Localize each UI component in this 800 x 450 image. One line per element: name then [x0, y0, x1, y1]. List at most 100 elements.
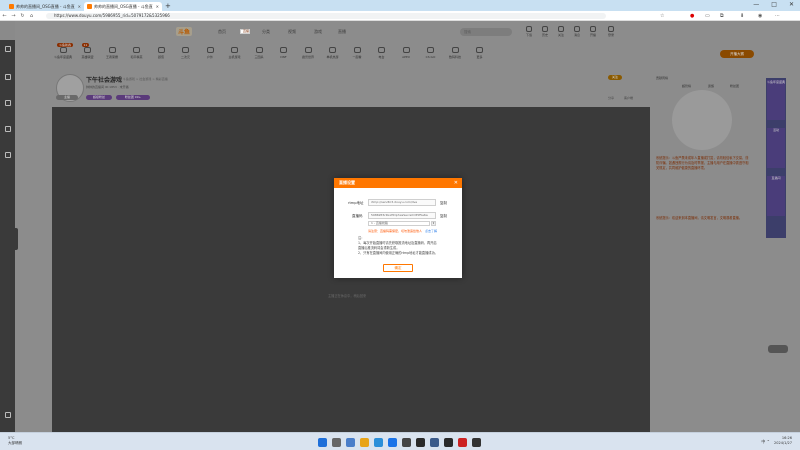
tab-weekly[interactable]: 贡献周榜 [656, 76, 668, 80]
header-login[interactable]: 登录 [604, 26, 618, 37]
nav-live[interactable]: 直播 [240, 29, 251, 34]
room-tag[interactable]: 主播 [56, 95, 78, 100]
site-logo[interactable]: 斗鱼 [176, 27, 193, 36]
nav-home[interactable]: 首页 [218, 29, 226, 35]
forward-icon[interactable]: → [9, 13, 18, 19]
sidebar-item-category[interactable] [0, 100, 15, 107]
home-icon[interactable]: ⌂ [27, 13, 36, 19]
steam-icon[interactable] [430, 438, 439, 447]
favorites-icon[interactable]: ☆ [660, 13, 664, 19]
ad-banner[interactable]: 直播间 [767, 176, 785, 216]
extensions-icon[interactable]: ▭ [705, 13, 710, 19]
header-message[interactable]: 消息 [570, 26, 584, 37]
chat-input[interactable] [768, 345, 788, 353]
sidebar-item-settings[interactable] [0, 412, 15, 419]
more-menu-icon[interactable]: ⋯ [775, 13, 780, 19]
copy-rtmp-button[interactable]: 复制 [440, 201, 447, 206]
search-input[interactable]: 搜索 [460, 28, 512, 36]
collections-icon[interactable]: ⧉ [720, 13, 724, 19]
sidebar-collapse-handle[interactable] [15, 228, 18, 250]
category-item[interactable]: 数码科技 [442, 47, 468, 59]
back-icon[interactable]: ← [0, 13, 9, 19]
header-history[interactable]: 历史 [538, 26, 552, 37]
browser-tab[interactable]: 帅帅的直播间_OSG直播 - 斗鱼直 ✕ [6, 2, 84, 11]
browser-tab-active[interactable]: 帅帅的直播间_OSG直播 - 斗鱼直 ✕ [84, 2, 162, 11]
task-view-icon[interactable] [346, 438, 355, 447]
room-tag[interactable]: 粉丝团 99+ [116, 95, 150, 100]
line-select[interactable]: 1 - 直播线路 [368, 221, 430, 226]
close-window-button[interactable]: ✕ [789, 1, 794, 8]
header-start-live[interactable]: 开播 [586, 26, 600, 37]
sidebar-item-follow[interactable] [0, 74, 15, 81]
file-explorer-icon[interactable] [360, 438, 369, 447]
chevron-down-icon[interactable]: ▾ [431, 221, 436, 226]
confirm-button[interactable]: 确定 [383, 264, 413, 272]
extension-icon[interactable]: ● [690, 13, 694, 19]
category-item[interactable]: 王者荣耀 [99, 47, 125, 59]
nav-video[interactable]: 视频 [288, 29, 296, 35]
refresh-icon[interactable]: ↻ [18, 13, 27, 19]
app-icon[interactable] [472, 438, 481, 447]
stream-key-field[interactable]: 5986955rRLxHDp?wsSecret=85f5e6a [368, 212, 436, 219]
ad-banner[interactable]: 斗鱼年度盛典 [767, 80, 785, 120]
store-icon[interactable] [388, 438, 397, 447]
tab-noble[interactable]: 贵族 [708, 84, 714, 88]
minimize-button[interactable]: — [753, 1, 759, 8]
weather-widget[interactable]: 5°C 大部晴朗 [8, 436, 22, 446]
rtmp-field[interactable]: rtmp://sendtc3.douyu.com/live [368, 199, 436, 206]
close-tab-icon[interactable]: ✕ [156, 4, 159, 9]
client-button[interactable]: 客户端 [624, 96, 633, 100]
category-item[interactable]: 一起看 [344, 47, 370, 59]
app-icon[interactable] [458, 438, 467, 447]
system-tray[interactable]: 中 ⌃ [761, 439, 770, 445]
nav-category[interactable]: 分类 [262, 29, 270, 35]
category-item[interactable]: 斗鱼年度盛典 斗鱼新春 [50, 43, 76, 59]
category-item[interactable]: 户外 [197, 47, 223, 59]
category-item[interactable]: 三国杀 [246, 47, 272, 59]
tab-admin[interactable]: 超管榜 [682, 84, 691, 88]
room-breadcrumb: 举报 · 斗鱼游戏 > 社会游戏 > 精彩直播 [114, 77, 168, 81]
search-icon[interactable] [332, 438, 341, 447]
windows-start-icon[interactable] [318, 438, 327, 447]
share-button[interactable]: 分享 [608, 96, 614, 100]
profile-avatar[interactable]: ◉ [758, 13, 762, 19]
category-item[interactable]: 更多 [467, 47, 493, 59]
app-icon[interactable] [444, 438, 453, 447]
category-item[interactable]: 颜值 [148, 47, 174, 59]
tab-fans[interactable]: 粉丝团 [730, 84, 739, 88]
category-item[interactable]: 电台 [369, 47, 395, 59]
category-item[interactable]: 魔兽世界 [295, 47, 321, 59]
category-item[interactable]: 主机游戏 [222, 47, 248, 59]
learn-more-link[interactable]: 点击了解 [425, 229, 437, 233]
new-tab-button[interactable]: + [165, 2, 171, 10]
nav-live2[interactable]: 直播 [338, 29, 346, 35]
sidebar-item-home[interactable] [0, 46, 15, 53]
close-tab-icon[interactable]: ✕ [78, 4, 81, 9]
edge-browser-icon[interactable] [374, 438, 383, 447]
category-item[interactable]: CS:GO [418, 47, 444, 59]
nav-game[interactable]: 游戏 [314, 29, 322, 35]
obs-icon[interactable] [416, 438, 425, 447]
category-item[interactable]: DNF [271, 47, 297, 59]
category-item[interactable]: APEX [393, 47, 419, 59]
ad-banner[interactable]: 活动 [767, 128, 785, 168]
category-icon [59, 47, 67, 53]
sidebar-item-rank[interactable] [0, 152, 15, 159]
open-live-button[interactable]: 开播大赛 [720, 50, 754, 58]
header-download[interactable]: 下载 [522, 26, 536, 37]
clock[interactable]: 16:26 2024/1/27 [774, 436, 792, 446]
header-follow[interactable]: 关注 [554, 26, 568, 37]
room-tag[interactable]: 超级粉丝 [86, 95, 112, 100]
maximize-button[interactable]: □ [771, 1, 777, 8]
category-item[interactable]: 英雄联盟 11 [75, 43, 101, 59]
url-field[interactable]: https://www.douyu.com/5986955_rid=507917… [46, 13, 606, 19]
app-icon[interactable] [402, 438, 411, 447]
follow-button[interactable]: 关注 [608, 75, 622, 80]
category-item[interactable]: 和平精英 [124, 47, 150, 59]
sidebar-item-video[interactable] [0, 126, 15, 133]
downloads-icon[interactable]: ⬇ [740, 13, 744, 19]
category-item[interactable]: 二次元 [173, 47, 199, 59]
category-item[interactable]: 单机热游 [320, 47, 346, 59]
close-icon[interactable]: ✕ [454, 180, 458, 186]
copy-stream-button[interactable]: 复制 [440, 214, 447, 219]
